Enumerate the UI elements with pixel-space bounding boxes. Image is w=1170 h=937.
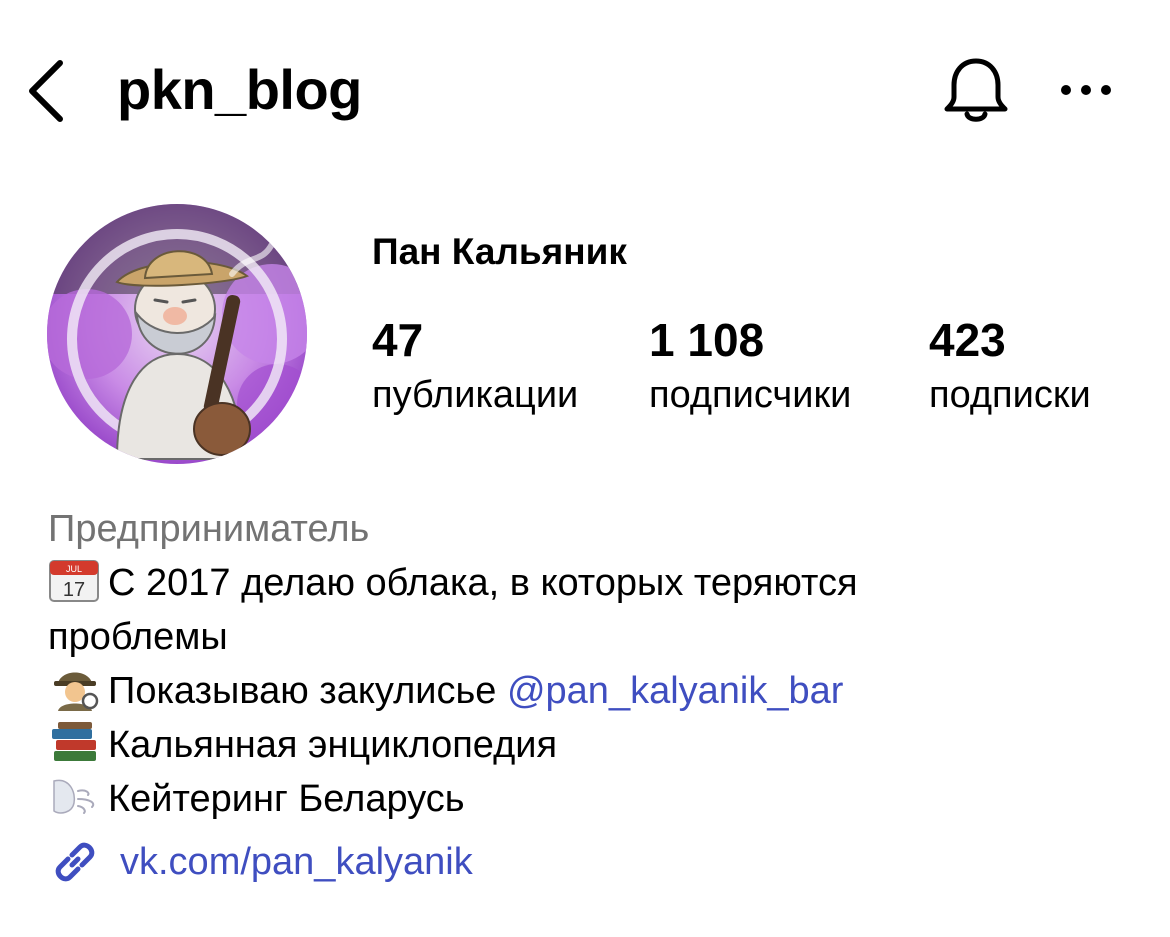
mention-link[interactable]: @pan_kalyanik_bar xyxy=(507,670,843,712)
wind-face-icon xyxy=(53,779,95,814)
profile-bio: Предприниматель JUL 17 С 2017 делаю обла… xyxy=(48,502,1128,826)
more-options-button[interactable] xyxy=(1055,70,1117,110)
detective-icon xyxy=(54,672,99,711)
stat-following-label: подписки xyxy=(929,374,1091,416)
bio-line: JUL 17 С 2017 делаю облака, в которых те… xyxy=(48,556,1128,610)
stat-posts-count: 47 xyxy=(372,314,424,366)
stat-followers[interactable]: 1 108 подписчики xyxy=(649,312,851,418)
stat-followers-count: 1 108 xyxy=(649,314,765,366)
bio-line-text: Кальянная энциклопедия xyxy=(108,724,558,766)
stat-following-count: 423 xyxy=(929,314,1006,366)
profile-header: pkn_blog xyxy=(0,0,1170,180)
stat-posts[interactable]: 47 публикации xyxy=(372,312,578,418)
stat-followers-label: подписчики xyxy=(649,374,852,416)
stat-following[interactable]: 423 подписки xyxy=(929,312,1091,418)
calendar-icon: JUL 17 xyxy=(49,560,99,602)
bio-line: Кальянная энциклопедия xyxy=(48,718,1128,772)
bio-line-text: Показываю закулисье xyxy=(108,670,507,712)
stat-posts-label: публикации xyxy=(372,374,579,416)
link-icon xyxy=(55,842,95,882)
svg-text:JUL: JUL xyxy=(66,564,82,574)
profile-display-name: Пан Кальяник xyxy=(372,231,627,272)
bio-line: Показываю закулисье @pan_kalyanik_bar xyxy=(48,664,1128,718)
page-title: pkn_blog xyxy=(117,58,362,121)
bio-line-text: С 2017 делаю облака, в которых теряются xyxy=(108,562,858,604)
more-horizontal-icon xyxy=(1061,85,1111,95)
external-link-text[interactable]: vk.com/pan_kalyanik xyxy=(120,835,473,889)
avatar[interactable] xyxy=(47,204,307,464)
notifications-button[interactable] xyxy=(938,52,1014,128)
bio-line: Кейтеринг Беларусь xyxy=(48,772,1128,826)
svg-text:17: 17 xyxy=(63,579,85,601)
bio-line: проблемы xyxy=(48,610,1128,664)
avatar-illustration xyxy=(47,204,307,464)
books-icon xyxy=(52,722,96,761)
chevron-left-icon xyxy=(29,60,63,122)
back-button[interactable] xyxy=(22,55,82,125)
bio-line-text: проблемы xyxy=(48,616,228,658)
bell-icon xyxy=(944,58,1008,122)
profile-category: Предприниматель xyxy=(48,508,370,550)
bio-line-text: Кейтеринг Беларусь xyxy=(108,778,465,820)
external-link[interactable]: vk.com/pan_kalyanik xyxy=(48,832,473,892)
